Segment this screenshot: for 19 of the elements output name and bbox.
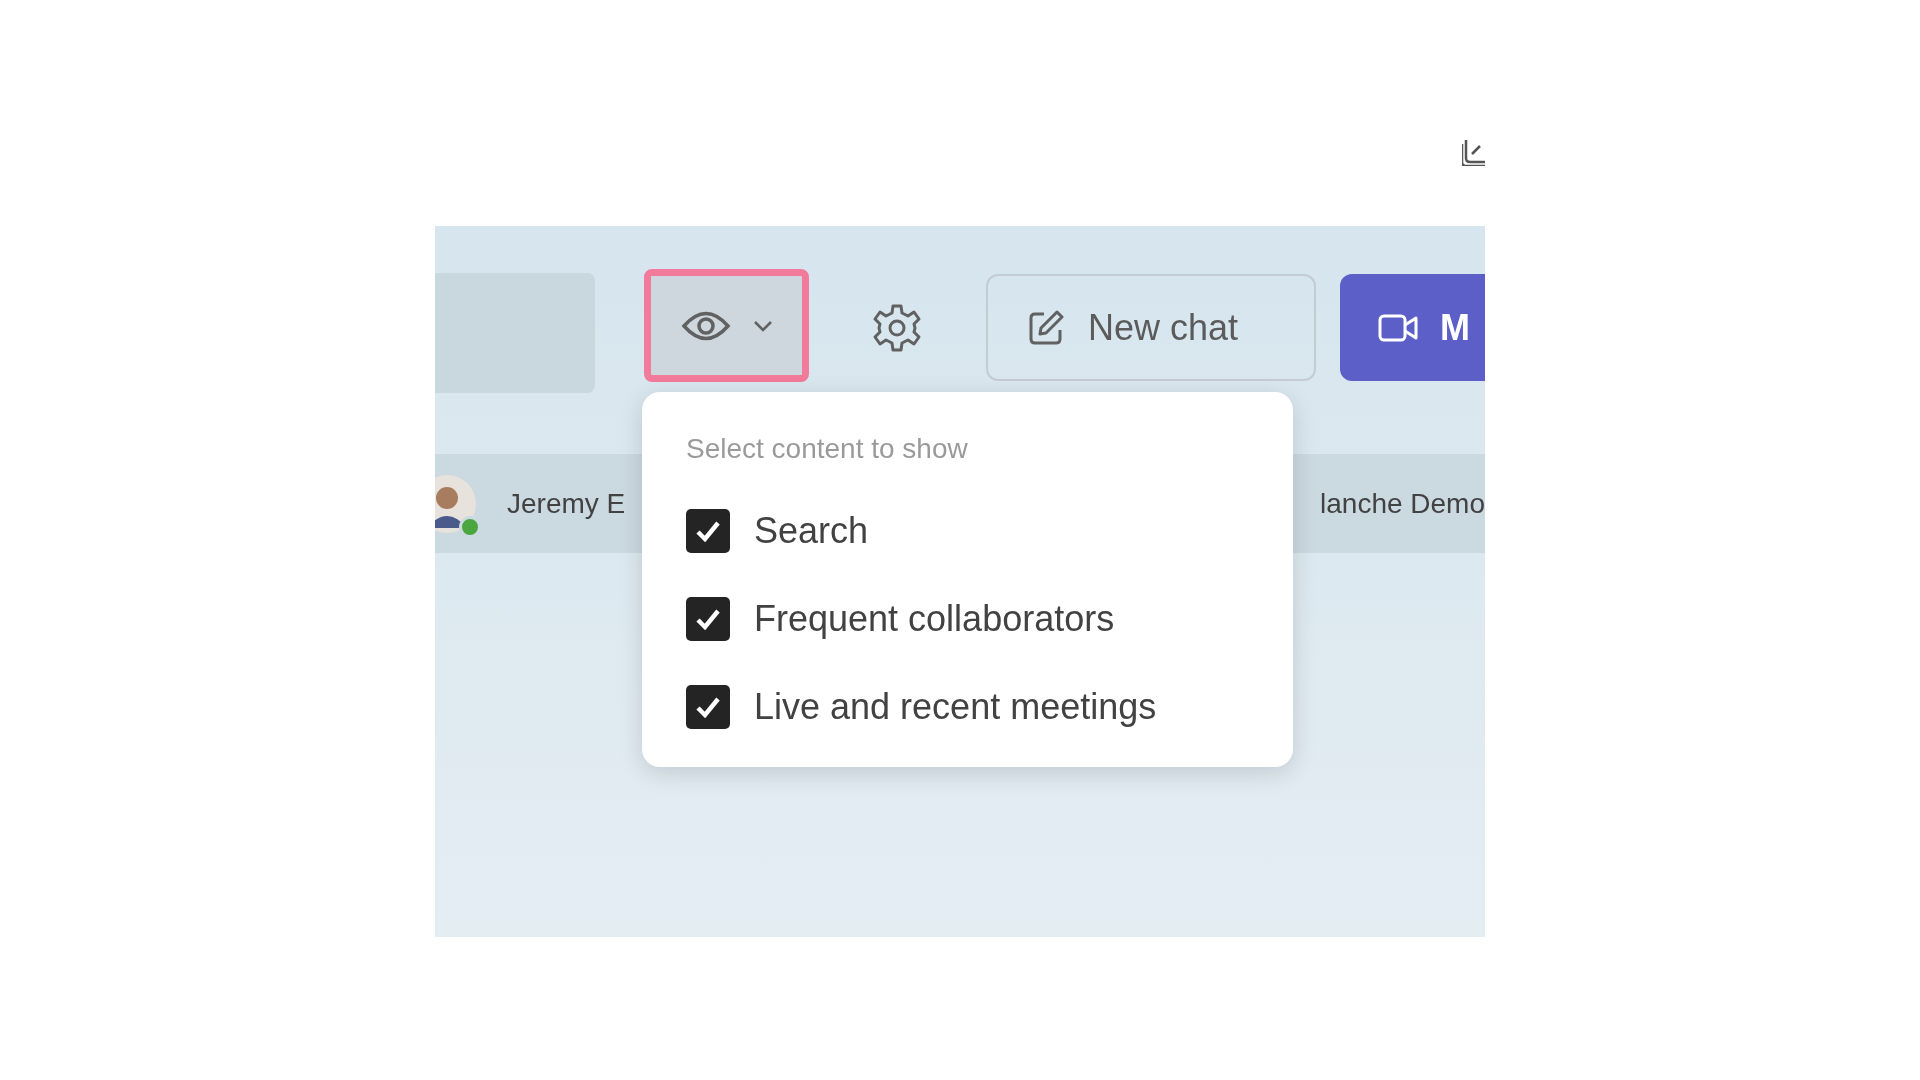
checkbox[interactable] — [686, 685, 730, 729]
menu-item-label[interactable]: Search — [754, 504, 869, 558]
menu-item-label[interactable]: Frequent collaborators — [754, 592, 1115, 646]
search-field[interactable] — [435, 273, 595, 393]
meeting-name[interactable]: lanche Demo — [1320, 482, 1485, 525]
contact-name[interactable]: Jeremy E — [507, 482, 626, 525]
avatar — [435, 473, 477, 534]
new-chat-button[interactable]: New chat — [986, 274, 1316, 381]
video-camera-icon — [1378, 313, 1418, 342]
meet-button[interactable]: M — [1340, 274, 1485, 381]
menu-item-label[interactable]: Live and recent meetings — [754, 680, 1157, 734]
view-button[interactable] — [644, 269, 809, 382]
menu-title: Select content to show — [686, 432, 968, 466]
chevron-down-icon — [752, 319, 773, 332]
window-icon[interactable] — [1462, 140, 1485, 166]
checkbox[interactable] — [686, 509, 730, 553]
settings-icon[interactable] — [872, 303, 922, 353]
compose-icon — [1028, 309, 1064, 346]
checkbox[interactable] — [686, 597, 730, 641]
